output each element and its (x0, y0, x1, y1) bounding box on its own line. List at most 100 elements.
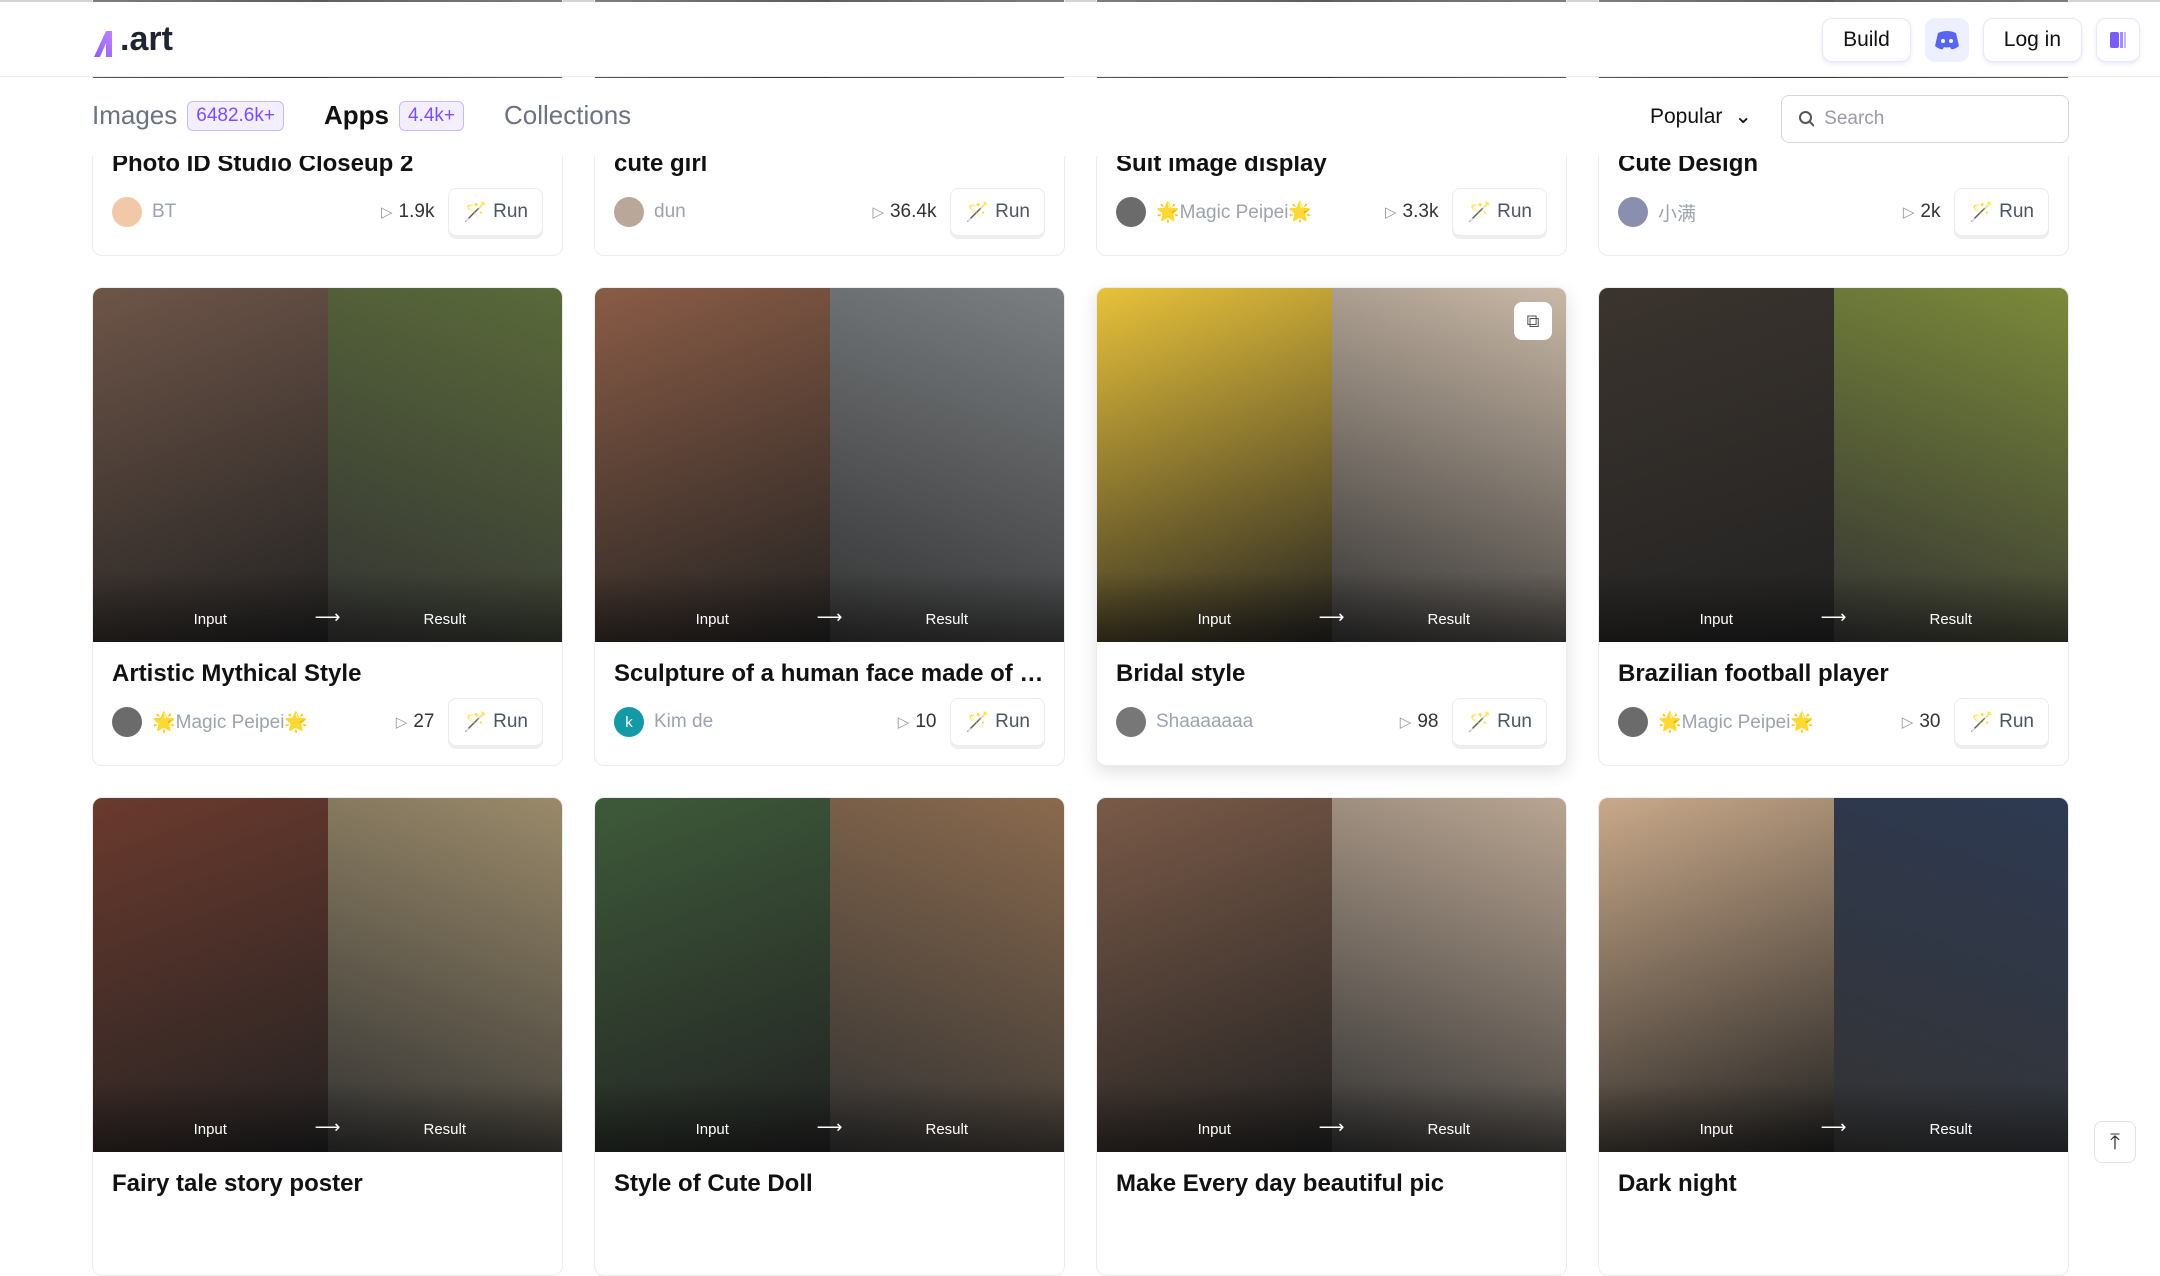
avatar[interactable] (1116, 707, 1146, 737)
preview-image: Input Result ⟶ (93, 798, 562, 1152)
result-label: Result (1427, 611, 1471, 628)
run-count-value: 98 (1417, 711, 1439, 732)
logo-text: .art (120, 20, 173, 58)
input-image: Input (1599, 288, 1834, 642)
author-name[interactable]: 🌟Magic Peipei🌟 (152, 710, 396, 734)
input-label: Input (1197, 1121, 1231, 1138)
input-image: Input (595, 798, 830, 1152)
tab-collections[interactable]: Collections (504, 100, 631, 131)
card-title: Make Every day beautiful pic (1116, 1170, 1445, 1197)
run-count: ▷ 3.3k (1385, 201, 1438, 223)
input-label: Input (1699, 611, 1733, 628)
play-icon: ▷ (1385, 204, 1397, 221)
author-name[interactable]: dun (654, 201, 872, 223)
discord-icon (1934, 31, 1959, 50)
avatar[interactable] (1116, 197, 1146, 227)
magic-wand-icon: 🪄 (1467, 712, 1492, 733)
arrow-right-icon: ⟶ (314, 1117, 341, 1137)
login-button[interactable]: Log in (1982, 18, 2082, 62)
preview-image: Input Result ⟶ (1599, 798, 2068, 1152)
app-card[interactable]: Input Result ⟶ Sculpture of a human face… (594, 287, 1065, 766)
avatar[interactable] (614, 197, 644, 227)
input-image: Input (1097, 798, 1332, 1152)
card-title: Bridal style (1116, 660, 1246, 687)
author-name[interactable]: Shaaaaaaa (1156, 711, 1400, 733)
run-label: Run (1999, 201, 2034, 222)
logo[interactable]: .art (92, 20, 173, 59)
run-button[interactable]: 🪄 Run (1954, 698, 2049, 746)
result-label: Result (1929, 1121, 1973, 1138)
run-label: Run (995, 711, 1030, 732)
run-button[interactable]: 🪄 Run (1452, 188, 1547, 236)
result-label: Result (925, 611, 969, 628)
play-icon: ▷ (1902, 204, 1915, 221)
input-image: Input (93, 288, 328, 642)
search-box[interactable] (1781, 95, 2069, 143)
back-to-top-button[interactable]: ⤒ (2094, 1121, 2136, 1163)
tab-apps[interactable]: Apps 4.4k+ (324, 100, 464, 131)
play-icon: ▷ (1901, 714, 1914, 731)
author-name[interactable]: 小满 (1658, 199, 1903, 226)
author-name[interactable]: 🌟Magic Peipei🌟 (1658, 710, 1902, 734)
app-card[interactable]: Input Result ⟶ Dark night (1598, 797, 2069, 1276)
avatar[interactable] (112, 707, 142, 737)
app-card[interactable]: Input Result ⟶ ⧉ Bridal style Shaaaaaaa … (1096, 287, 1567, 766)
card-meta: Shaaaaaaa ▷ 98 🪄 Run (1116, 698, 1547, 746)
card-meta: BT ▷ 1.9k 🪄 Run (112, 188, 543, 236)
input-label: Input (193, 1121, 227, 1138)
arrow-right-icon: ⟶ (816, 1117, 843, 1137)
app-card[interactable]: Input Result ⟶ Fairy tale story poster (92, 797, 563, 1276)
run-button[interactable]: 🪄 Run (448, 698, 543, 746)
run-count: ▷ 2k (1903, 201, 1941, 223)
run-label: Run (1999, 711, 2034, 732)
app-card[interactable]: Input Result ⟶ Artistic Mythical Style 🌟… (92, 287, 563, 766)
card-meta: 🌟Magic Peipei🌟 ▷ 27 🪄 Run (112, 698, 543, 746)
arrow-right-icon: ⟶ (314, 607, 341, 627)
build-button[interactable]: Build (1822, 18, 1911, 62)
count-badge: 6482.6k+ (187, 100, 284, 131)
avatar[interactable] (1618, 197, 1648, 227)
search-icon (1799, 111, 1815, 127)
app-card[interactable]: Input Result ⟶ Brazilian football player… (1598, 287, 2069, 766)
run-count-value: 2k (1920, 201, 1941, 222)
play-icon: ▷ (395, 714, 408, 731)
run-count: ▷ 36.4k (872, 201, 936, 223)
run-label: Run (1497, 201, 1532, 222)
input-image: Input (1097, 288, 1332, 642)
magic-wand-icon: 🪄 (463, 712, 488, 733)
share-icon[interactable]: ⧉ (1514, 302, 1552, 340)
app-card[interactable]: Input Result ⟶ Make Every day beautiful … (1096, 797, 1567, 1276)
result-label: Result (1929, 611, 1973, 628)
app-card[interactable]: Input Result ⟶ Style of Cute Doll (594, 797, 1065, 1276)
tab-images[interactable]: Images 6482.6k+ (92, 100, 284, 131)
run-button[interactable]: 🪄 Run (1452, 698, 1547, 746)
run-button[interactable]: 🪄 Run (950, 698, 1045, 746)
discord-button[interactable] (1924, 18, 1969, 62)
avatar[interactable]: k (614, 707, 644, 737)
sort-dropdown[interactable]: Popular ⌄ (1650, 104, 1752, 129)
play-icon: ▷ (872, 204, 884, 221)
magic-wand-icon: 🪄 (965, 712, 990, 733)
run-button[interactable]: 🪄 Run (950, 188, 1045, 236)
result-label: Result (423, 611, 467, 628)
tab-label: Images (92, 100, 178, 130)
avatar[interactable] (1618, 707, 1648, 737)
library-button[interactable] (2096, 18, 2140, 62)
chevron-down-icon: ⌄ (1734, 105, 1752, 128)
avatar-letter: k (625, 713, 633, 731)
count-badge: 4.4k+ (398, 100, 464, 131)
author-name[interactable]: BT (152, 201, 381, 223)
search-input[interactable] (1824, 108, 2052, 130)
author-name[interactable]: 🌟Magic Peipei🌟 (1156, 200, 1385, 224)
input-image: Input (1599, 798, 1834, 1152)
avatar[interactable] (112, 197, 142, 227)
magic-wand-icon: 🪄 (1969, 202, 1994, 223)
author-name[interactable]: Kim de (654, 711, 898, 733)
run-button[interactable]: 🪄 Run (1954, 188, 2049, 236)
arrow-up-icon: ⤒ (2110, 1129, 2120, 1154)
result-image: Result (1331, 798, 1566, 1152)
input-label: Input (695, 611, 729, 628)
result-image: Result (327, 798, 562, 1152)
card-title: Style of Cute Doll (614, 1170, 813, 1197)
run-button[interactable]: 🪄 Run (448, 188, 543, 236)
